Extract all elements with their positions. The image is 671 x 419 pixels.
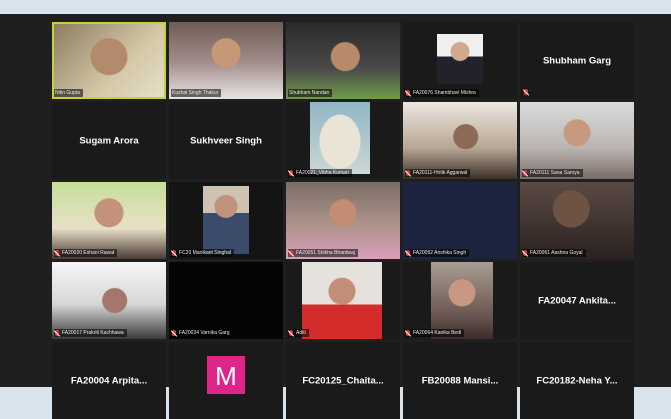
participant-name: FA20004 Arpita...	[70, 375, 148, 386]
muted-mic-icon	[406, 90, 410, 96]
participant-tile[interactable]: Shubham Garg	[520, 22, 634, 99]
participant-tile[interactable]: FC20 Manikant Singhal	[169, 182, 283, 259]
participant-tile[interactable]: Sukhveer Singh	[169, 102, 283, 179]
meeting-window: Nitin Gupta Kushal Singh Thakur Shubham …	[0, 14, 671, 419]
participant-name: FC20125_Chaita...	[302, 375, 384, 386]
muted-mic-icon	[289, 170, 293, 176]
participant-label: FA20017 Prakriti Kachhawa	[54, 329, 127, 337]
participant-grid: Nitin Gupta Kushal Singh Thakur Shubham …	[52, 22, 634, 419]
participant-tile[interactable]: FA20017 Prakriti Kachhawa	[52, 262, 166, 339]
participant-tile[interactable]: FB20088 Mansi...	[403, 342, 517, 419]
muted-mic-icon	[406, 170, 410, 176]
participant-label: Kushal Singh Thakur	[171, 89, 222, 97]
muted-mic-icon	[406, 250, 410, 256]
participant-tile[interactable]: Sugam Arora	[52, 102, 166, 179]
muted-mic-icon	[523, 170, 527, 176]
participant-label: FA20034 Varnika Garg	[171, 329, 233, 337]
participant-video	[437, 34, 483, 84]
participant-tile[interactable]: FA20111-Hritik Aggarwal	[403, 102, 517, 179]
participant-label: FA20061 Aashna Goyal	[522, 249, 586, 257]
participant-label: FA20111 Sana Saroya	[522, 169, 583, 177]
participant-tile[interactable]: FA20051 Shikha Bhardwaj	[286, 182, 400, 259]
participant-tile[interactable]: FA20034 Varnika Garg	[169, 262, 283, 339]
participant-label: Nitin Gupta	[54, 89, 84, 97]
participant-label: FA20076 Shambhavi Mishra	[405, 89, 479, 97]
muted-mic-icon	[55, 330, 59, 336]
muted-mic-icon	[523, 250, 527, 256]
participant-label: FC20 Manikant Singhal	[171, 249, 234, 257]
participant-video	[431, 262, 493, 339]
participant-video	[310, 102, 370, 174]
participant-video	[203, 186, 249, 254]
participant-name: Sukhveer Singh	[190, 135, 262, 146]
avatar: M	[207, 356, 245, 394]
participant-label: Shubham Nandan	[288, 89, 333, 97]
participant-label: FA20051 Shikha Bhardwaj	[288, 249, 358, 257]
participant-tile[interactable]: FA20021_Vibha Kumari	[286, 102, 400, 179]
participant-tile[interactable]: FA20047 Ankita...	[520, 262, 634, 339]
participant-tile[interactable]: FA20052 Anshika Singh	[403, 182, 517, 259]
participant-tile[interactable]: FC20125_Chaita...	[286, 342, 400, 419]
participant-label: FA20111-Hritik Aggarwal	[405, 169, 471, 177]
participant-label: FA20021_Vibha Kumari	[288, 169, 352, 177]
muted-mic-icon	[289, 330, 293, 336]
participant-name: Sugam Arora	[79, 135, 139, 146]
participant-tile[interactable]: FA20064 Kanika Bedi	[403, 262, 517, 339]
participant-tile[interactable]: FC20182-Neha Y...	[520, 342, 634, 419]
muted-mic-icon	[55, 250, 59, 256]
participant-label: FA20052 Anshika Singh	[405, 249, 470, 257]
participant-name: FB20088 Mansi...	[421, 375, 499, 386]
muted-mic-icon	[172, 330, 176, 336]
participant-tile[interactable]: FA20111 Sana Saroya	[520, 102, 634, 179]
participant-tile[interactable]: FA20020 Eshani Rawat	[52, 182, 166, 259]
participant-video	[302, 262, 382, 339]
participant-label: FA20020 Eshani Rawat	[54, 249, 118, 257]
participant-tile[interactable]: FA20004 Arpita...	[52, 342, 166, 419]
participant-tile[interactable]: FA20061 Aashna Goyal	[520, 182, 634, 259]
muted-mic-icon	[406, 330, 410, 336]
muted-mic-icon	[524, 89, 528, 95]
participant-tile[interactable]: FA20076 Shambhavi Mishra	[403, 22, 517, 99]
muted-mic-icon	[172, 250, 176, 256]
participant-label: Aditi	[288, 329, 309, 337]
participant-name: FC20182-Neha Y...	[536, 375, 618, 386]
muted-mic-icon	[289, 250, 293, 256]
participant-tile[interactable]: Nitin Gupta	[52, 22, 166, 99]
participant-label: FA20064 Kanika Bedi	[405, 329, 465, 337]
participant-tile[interactable]: Shubham Nandan	[286, 22, 400, 99]
participant-tile[interactable]: Kushal Singh Thakur	[169, 22, 283, 99]
participant-name: FA20047 Ankita...	[538, 295, 616, 306]
participant-tile[interactable]: Aditi	[286, 262, 400, 339]
participant-name: Shubham Garg	[542, 55, 612, 66]
participant-tile[interactable]: M	[169, 342, 283, 419]
